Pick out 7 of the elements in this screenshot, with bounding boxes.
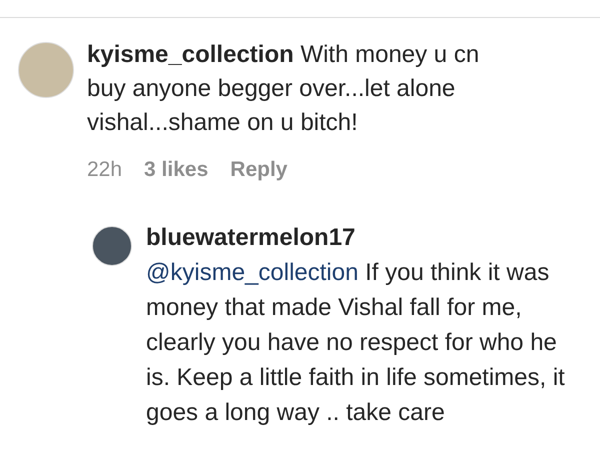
username-link[interactable]: bluewatermelon17	[146, 224, 356, 250]
mention-link[interactable]: @kyisme_collection	[146, 258, 358, 286]
comment-text: kyisme_collection With money u cn buy anyone begger over...let alone vishal...shame on u bitch!	[87, 40, 480, 138]
comment-text: @kyisme_collection If you think it was money that made Vishal fall for me, clearly you have no respect for who he is. Keep a little faith in life sometimes, it goes a long way .. take care	[146, 258, 566, 428]
avatar[interactable]	[92, 226, 132, 266]
username-link[interactable]: kyisme_collection	[87, 41, 294, 68]
timestamp: 22h	[87, 157, 122, 183]
